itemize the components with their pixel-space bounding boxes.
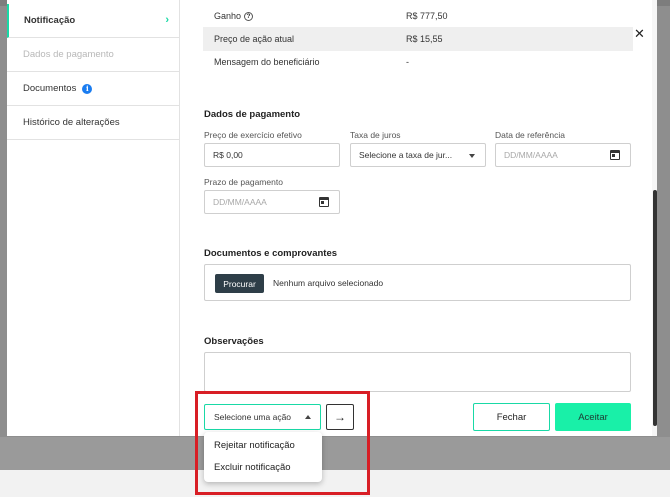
detail-row-preco-acao: Preço de ação atual R$ 15,55	[203, 27, 633, 51]
reference-date-label: Data de referência	[495, 130, 565, 140]
payment-term-placeholder: DD/MM/AAAA	[213, 197, 267, 207]
sidebar-item-notificacao[interactable]: Notificação ›	[7, 4, 179, 38]
file-upload: Procurar Nenhum arquivo selecionado	[204, 264, 631, 301]
sidebar-item-label: Documentos	[23, 83, 77, 94]
calendar-icon[interactable]	[319, 197, 329, 207]
close-icon[interactable]: ✕	[634, 26, 645, 42]
detail-value: -	[406, 57, 409, 67]
detail-row-mensagem: Mensagem do beneficiário -	[203, 50, 633, 74]
section-title-documentos: Documentos e comprovantes	[204, 248, 338, 259]
strike-price-label: Preço de exercício efetivo	[204, 130, 302, 140]
detail-label: Ganho	[214, 10, 242, 21]
sidebar-item-historico[interactable]: Histórico de alterações	[7, 106, 179, 140]
interest-rate-select[interactable]: Selecione a taxa de jur...	[350, 143, 486, 167]
strike-price-input[interactable]: R$ 0,00	[204, 143, 340, 167]
accept-button[interactable]: Aceitar	[555, 403, 631, 431]
detail-value: R$ 15,55	[406, 34, 443, 44]
sidebar-item-documentos[interactable]: Documentos i	[7, 72, 179, 106]
modal-sidebar: Notificação › Dados de pagamento Documen…	[7, 0, 180, 436]
sidebar-item-dados-pagamento[interactable]: Dados de pagamento	[7, 38, 179, 72]
browse-button[interactable]: Procurar	[215, 274, 264, 293]
annotation-highlight	[195, 391, 370, 495]
sidebar-item-label: Dados de pagamento	[23, 49, 114, 60]
interest-rate-label: Taxa de juros	[350, 130, 401, 140]
reference-date-placeholder: DD/MM/AAAA	[504, 150, 558, 160]
scrollbar-thumb[interactable]	[653, 190, 657, 426]
reference-date-input[interactable]: DD/MM/AAAA	[495, 143, 631, 167]
interest-rate-value: Selecione a taxa de jur...	[359, 150, 453, 160]
strike-price-value: R$ 0,00	[213, 150, 243, 160]
caret-down-icon	[469, 154, 475, 158]
section-title-pagamento: Dados de pagamento	[204, 109, 301, 120]
chevron-right-icon: ›	[165, 14, 169, 26]
help-icon[interactable]: ?	[244, 12, 254, 22]
detail-value: R$ 777,50	[406, 11, 448, 21]
payment-term-input[interactable]: DD/MM/AAAA	[204, 190, 340, 214]
observations-textarea[interactable]	[204, 352, 631, 392]
sidebar-item-label: Histórico de alterações	[23, 117, 120, 128]
sidebar-item-label: Notificação	[24, 15, 76, 26]
payment-term-label: Prazo de pagamento	[204, 177, 283, 187]
detail-row-ganho: Ganho? R$ 777,50	[203, 4, 633, 28]
no-file-text: Nenhum arquivo selecionado	[273, 278, 384, 288]
section-title-observacoes: Observações	[204, 336, 264, 347]
detail-label: Preço de ação atual	[214, 34, 295, 44]
notification-modal: Notificação › Dados de pagamento Documen…	[7, 0, 657, 436]
info-icon: i	[82, 83, 93, 94]
close-button[interactable]: Fechar	[473, 403, 550, 431]
detail-label: Mensagem do beneficiário	[214, 57, 320, 67]
calendar-icon[interactable]	[610, 150, 620, 160]
